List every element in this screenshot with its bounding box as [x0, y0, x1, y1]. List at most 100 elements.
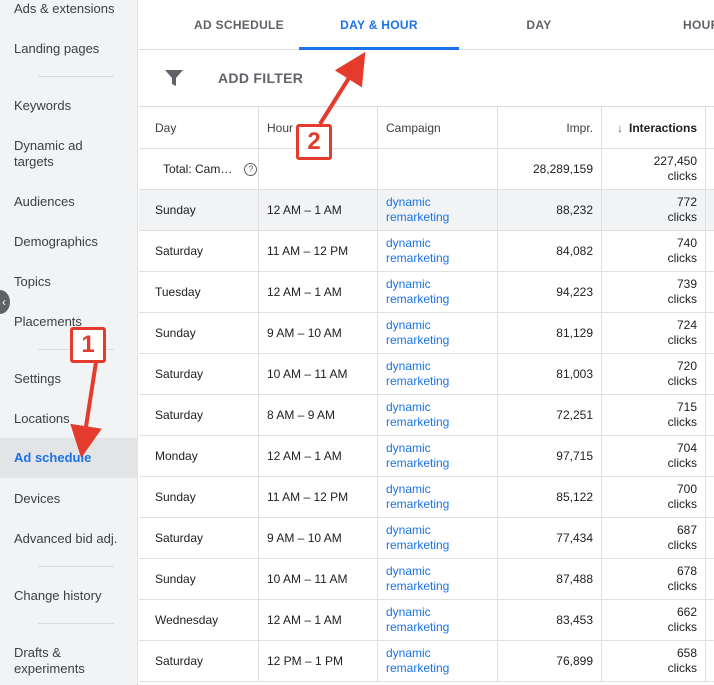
cell-impr: 97,715	[556, 449, 593, 463]
cell-hour: 12 AM – 1 AM	[267, 449, 342, 463]
sidebar-item-label: Demographics	[14, 234, 98, 249]
table-row[interactable]: Wednesday 12 AM – 1 AM dynamic remarketing 8…	[139, 600, 714, 641]
column-header-interactions[interactable]: ↓ Interactions	[602, 107, 697, 148]
campaign-link-line2: remarketing	[386, 538, 450, 552]
sidebar-item-label: Landing pages	[14, 41, 100, 56]
filter-icon[interactable]	[165, 70, 183, 86]
sidebar-item-topics[interactable]: Topics	[0, 274, 138, 290]
campaign-link-line1: dynamic	[386, 400, 431, 414]
column-header-impr[interactable]: Impr.	[498, 107, 593, 148]
cell-hour: 9 AM – 10 AM	[267, 326, 342, 340]
cell-day: Saturday	[155, 367, 204, 381]
sidebar-item-keywords[interactable]: Keywords	[0, 98, 138, 114]
table-row[interactable]: Saturday 9 AM – 10 AM dynamic remarketing 77…	[139, 518, 714, 559]
main-content: AD SCHEDULE DAY & HOUR DAY HOUR ADD FILT…	[139, 0, 714, 685]
cell-impr: 76,899	[556, 654, 593, 668]
table-row[interactable]: Saturday 11 AM – 12 PM dynamic remarketing 8…	[139, 231, 714, 272]
table-row[interactable]: Saturday 12 PM – 1 PM dynamic remarketing 76…	[139, 641, 714, 682]
table-row[interactable]: Sunday 10 AM – 11 AM dynamic remarketing 87,…	[139, 559, 714, 600]
campaign-link-line1: dynamic	[386, 277, 431, 291]
add-filter-button[interactable]: ADD FILTER	[218, 70, 303, 86]
sidebar-item-label: Settings	[14, 371, 61, 386]
total-interactions: 227,450	[653, 154, 697, 168]
campaign-link[interactable]: dynamic remarketing	[386, 523, 449, 553]
campaign-link-line2: remarketing	[386, 292, 450, 306]
filter-bar: ADD FILTER	[139, 50, 714, 107]
cell-interactions-unit: clicks	[667, 210, 697, 224]
cell-hour: 9 AM – 10 AM	[267, 531, 342, 545]
sidebar-item-change-history[interactable]: Change history	[0, 588, 138, 604]
sidebar-item-audiences[interactable]: Audiences	[0, 194, 138, 210]
cell-hour: 12 AM – 1 AM	[267, 285, 342, 299]
cell-interactions-unit: clicks	[667, 292, 697, 306]
cell-impr: 77,434	[556, 531, 593, 545]
cell-impr: 94,223	[556, 285, 593, 299]
table-total-row: Total: Cam…? 28,289,159 227,450 clicks	[139, 149, 714, 190]
table-row[interactable]: Sunday 12 AM – 1 AM dynamic remarketing 88,2…	[139, 190, 714, 231]
sidebar-item-advanced-bid-adj[interactable]: Advanced bid adj.	[0, 531, 138, 547]
campaign-link[interactable]: dynamic remarketing	[386, 564, 449, 594]
cell-day: Saturday	[155, 531, 204, 545]
cell-day: Saturday	[155, 654, 204, 668]
campaign-link[interactable]: dynamic remarketing	[386, 318, 449, 348]
sidebar-item-ads-extensions[interactable]: Ads & extensions	[0, 1, 138, 17]
callout-2: 2	[296, 124, 332, 160]
help-icon[interactable]: ?	[244, 162, 258, 176]
collapse-sidebar-icon[interactable]: ‹	[0, 290, 10, 314]
campaign-link[interactable]: dynamic remarketing	[386, 482, 449, 512]
campaign-link-line1: dynamic	[386, 359, 431, 373]
sidebar-item-ad-schedule[interactable]: Ad schedule	[0, 438, 138, 478]
cell-hour: 10 AM – 11 AM	[267, 572, 348, 586]
sidebar-item-demographics[interactable]: Demographics	[0, 234, 138, 250]
sidebar-divider	[38, 76, 114, 77]
campaign-link-line2: remarketing	[386, 661, 450, 675]
campaign-link-line1: dynamic	[386, 318, 431, 332]
table-row[interactable]: Monday 12 AM – 1 AM dynamic remarketing 97,7…	[139, 436, 714, 477]
table-row[interactable]: Sunday 11 AM – 12 PM dynamic remarketing 85,…	[139, 477, 714, 518]
cell-interactions: 662	[676, 605, 697, 619]
sidebar-item-dynamic-ad-targets[interactable]: Dynamic ad targets	[0, 138, 100, 170]
campaign-link[interactable]: dynamic remarketing	[386, 195, 449, 225]
campaign-link[interactable]: dynamic remarketing	[386, 359, 449, 389]
campaign-link-line1: dynamic	[386, 646, 431, 660]
campaign-link[interactable]: dynamic remarketing	[386, 277, 449, 307]
campaign-link[interactable]: dynamic remarketing	[386, 236, 449, 266]
cell-interactions: 678	[676, 564, 697, 578]
campaign-link[interactable]: dynamic remarketing	[386, 400, 449, 430]
cell-impr: 81,003	[556, 367, 593, 381]
sidebar-item-settings[interactable]: Settings	[0, 371, 138, 387]
tab-day[interactable]: DAY	[479, 0, 599, 50]
total-interactions-unit: clicks	[667, 169, 697, 183]
campaign-link[interactable]: dynamic remarketing	[386, 605, 449, 635]
column-header-day[interactable]: Day	[155, 107, 258, 148]
cell-hour: 8 AM – 9 AM	[267, 408, 336, 422]
sidebar-item-drafts-experiments[interactable]: Drafts & experiments	[0, 645, 90, 677]
cell-interactions: 687	[676, 523, 697, 537]
cell-interactions: 658	[676, 646, 697, 660]
campaign-link[interactable]: dynamic remarketing	[386, 646, 449, 676]
table-header-row: Day Hour Campaign Impr. ↓ Interactions	[139, 107, 714, 149]
tab-ad-schedule[interactable]: AD SCHEDULE	[159, 0, 319, 50]
campaign-link-line1: dynamic	[386, 523, 431, 537]
column-header-campaign[interactable]: Campaign	[386, 107, 497, 148]
campaign-link[interactable]: dynamic remarketing	[386, 441, 449, 471]
cell-interactions-unit: clicks	[667, 620, 697, 634]
table-row[interactable]: Saturday 10 AM – 11 AM dynamic remarketing 8…	[139, 354, 714, 395]
cell-interactions-unit: clicks	[667, 374, 697, 388]
sidebar-item-label: Devices	[14, 491, 61, 506]
campaign-link-line2: remarketing	[386, 415, 450, 429]
table-row[interactable]: Sunday 9 AM – 10 AM dynamic remarketing 81,1…	[139, 313, 714, 354]
campaign-link-line2: remarketing	[386, 579, 450, 593]
campaign-link-line2: remarketing	[386, 456, 450, 470]
table-row[interactable]: Tuesday 12 AM – 1 AM dynamic remarketing 94,…	[139, 272, 714, 313]
campaign-link-line2: remarketing	[386, 210, 450, 224]
tab-hour[interactable]: HOUR	[659, 0, 714, 50]
sidebar-item-label: Drafts & experiments	[14, 645, 85, 676]
sidebar-item-placements[interactable]: Placements	[0, 314, 138, 330]
sidebar-item-locations[interactable]: Locations	[0, 411, 138, 427]
table-row[interactable]: Saturday 8 AM – 9 AM dynamic remarketing 72,…	[139, 395, 714, 436]
sidebar-item-devices[interactable]: Devices	[0, 491, 138, 507]
sidebar-item-landing-pages[interactable]: Landing pages	[0, 41, 138, 57]
tab-day-hour[interactable]: DAY & HOUR	[299, 0, 459, 50]
sidebar-item-label: Topics	[14, 274, 51, 289]
